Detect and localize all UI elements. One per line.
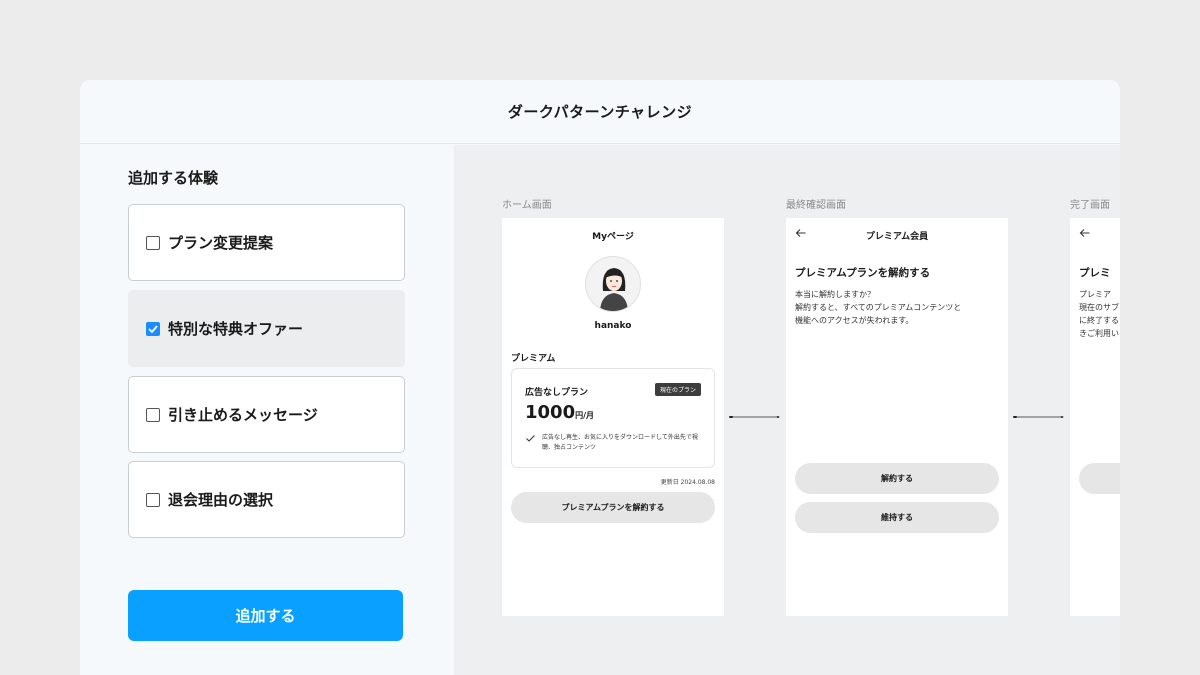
phone-title: Myページ (592, 232, 634, 242)
premium-section-label: プレミアム (511, 354, 556, 364)
option-special-offer[interactable]: 特別な特典オファー (128, 290, 405, 367)
confirm-heading: プレミアムプランを解約する (795, 267, 931, 279)
checkbox-icon[interactable] (146, 407, 160, 422)
option-retention-message[interactable]: 引き止めるメッセージ (128, 376, 405, 453)
arrow-left-icon[interactable] (1079, 227, 1091, 239)
check-icon (526, 435, 535, 442)
app-window: ダークパターンチャレンジ 追加する体験 プラン変更提案 特別な特典オファー 引き… (80, 80, 1120, 675)
checkbox-icon[interactable] (146, 235, 160, 250)
plan-name: 広告なしプラン (525, 388, 589, 398)
option-label: 引き止めるメッセージ (168, 406, 318, 424)
screen-label-confirm: 最終確認画面 (786, 200, 846, 211)
app-header: ダークパターンチャレンジ (80, 80, 1120, 144)
avatar (585, 256, 641, 312)
phone-home: Myページ hanako プレミアム 広告なしプラン 現在のプラン 1000円/… (502, 218, 724, 616)
phone-complete: プレミ プレミア 現在のサブ に終了する きご利用い (1070, 218, 1120, 616)
keep-plan-button[interactable]: 維持する (795, 502, 999, 533)
plan-price: 1000円/月 (525, 402, 594, 423)
updated-date: 更新日 2024.08.08 (660, 479, 715, 486)
screen-label-complete: 完了画面 (1070, 200, 1110, 211)
option-plan-change[interactable]: プラン変更提案 (128, 204, 405, 281)
flow-arrow (729, 416, 780, 418)
complete-message: プレミア 現在のサブ に終了する きご利用い (1079, 290, 1119, 338)
flow-preview: ホーム画面 Myページ hanako プレミアム 広告なしプラン 現在のプラン (454, 145, 1120, 675)
option-label: 特別な特典オファー (168, 320, 304, 338)
screen-label-home: ホーム画面 (502, 200, 552, 211)
current-plan-badge: 現在のプラン (654, 383, 701, 396)
confirm-message: 本当に解約しますか？ 解約すると、すべてのプレミアムコンテンツと 機能へのアクセ… (795, 290, 962, 325)
flow-arrow (1013, 416, 1064, 418)
add-button[interactable]: 追加する (128, 590, 403, 641)
price-unit: 円/月 (575, 411, 595, 420)
username: hanako (594, 321, 632, 331)
page-title: ダークパターンチャレンジ (507, 103, 693, 121)
experience-panel: 追加する体験 プラン変更提案 特別な特典オファー 引き止めるメッセージ 退会理由… (80, 145, 454, 675)
checkbox-icon[interactable] (146, 492, 160, 507)
complete-button[interactable] (1079, 463, 1120, 494)
confirm-cancel-button[interactable]: 解約する (795, 463, 999, 494)
checkbox-icon[interactable] (146, 321, 160, 336)
phone-title: プレミアム会員 (865, 232, 929, 242)
price-value: 1000 (525, 402, 576, 423)
section-title: 追加する体験 (128, 169, 219, 187)
option-cancel-reason[interactable]: 退会理由の選択 (128, 461, 405, 538)
plan-feature: 広告なし再生、お気に入りをダウンロードして外出先で視聴、独占コンテンツ (542, 434, 698, 451)
cancel-plan-button[interactable]: プレミアムプランを解約する (511, 492, 715, 523)
complete-heading: プレミ (1079, 267, 1111, 279)
phone-confirm: プレミアム会員 プレミアムプランを解約する 本当に解約しますか？ 解約すると、す… (786, 218, 1008, 616)
option-label: 退会理由の選択 (168, 491, 274, 509)
plan-card: 広告なしプラン 現在のプラン 1000円/月 広告なし再生、お気に入りをダウンロ… (511, 368, 715, 468)
option-label: プラン変更提案 (168, 234, 274, 252)
